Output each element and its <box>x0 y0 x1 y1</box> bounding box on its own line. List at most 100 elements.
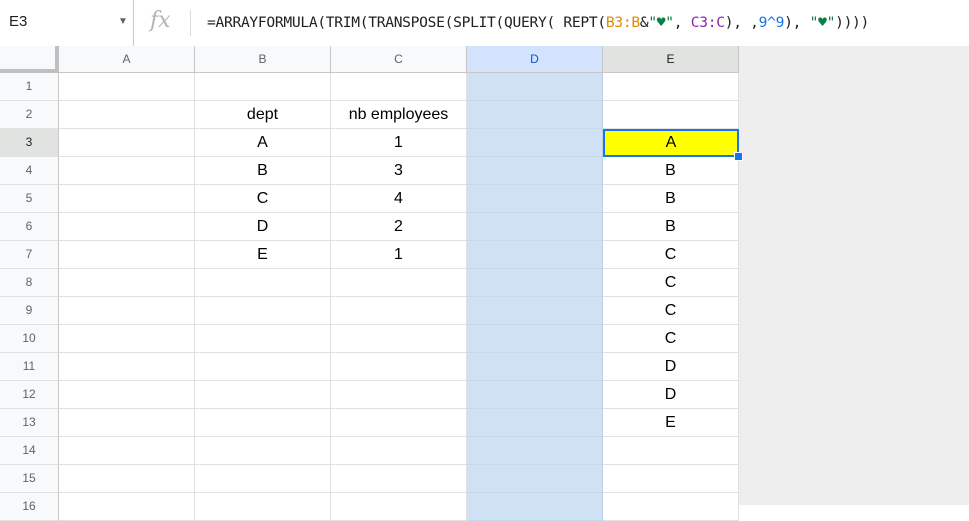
cell-d16[interactable] <box>467 493 603 521</box>
cell-c15[interactable] <box>331 465 467 493</box>
cell-d7[interactable] <box>467 241 603 269</box>
cell-d3[interactable] <box>467 129 603 157</box>
select-all-corner[interactable] <box>0 46 59 73</box>
cell-d11[interactable] <box>467 353 603 381</box>
cell-e12[interactable]: D <box>603 381 739 409</box>
cell-a9[interactable] <box>59 297 195 325</box>
cell-b13[interactable] <box>195 409 331 437</box>
formula-input[interactable]: =ARRAYFORMULA(TRIM(TRANSPOSE(SPLIT(QUERY… <box>207 14 869 31</box>
cell-c11[interactable] <box>331 353 467 381</box>
cell-b6[interactable]: D <box>195 213 331 241</box>
cell-e16[interactable] <box>603 493 739 521</box>
row-header-12[interactable]: 12 <box>0 381 59 409</box>
cell-c1[interactable] <box>331 73 467 101</box>
cell-a1[interactable] <box>59 73 195 101</box>
cell-c13[interactable] <box>331 409 467 437</box>
cell-b4[interactable]: B <box>195 157 331 185</box>
column-header-d[interactable]: D <box>467 46 603 73</box>
name-box[interactable]: E3 ▼ <box>0 0 134 46</box>
cell-a15[interactable] <box>59 465 195 493</box>
cell-d8[interactable] <box>467 269 603 297</box>
cell-a14[interactable] <box>59 437 195 465</box>
cell-d5[interactable] <box>467 185 603 213</box>
cell-b9[interactable] <box>195 297 331 325</box>
cell-e6[interactable]: B <box>603 213 739 241</box>
cell-b7[interactable]: E <box>195 241 331 269</box>
row-header-16[interactable]: 16 <box>0 493 59 521</box>
cell-b12[interactable] <box>195 381 331 409</box>
cell-a10[interactable] <box>59 325 195 353</box>
cell-a13[interactable] <box>59 409 195 437</box>
cell-c4[interactable]: 3 <box>331 157 467 185</box>
cell-e2[interactable] <box>603 101 739 129</box>
cell-b15[interactable] <box>195 465 331 493</box>
cell-a2[interactable] <box>59 101 195 129</box>
cell-d4[interactable] <box>467 157 603 185</box>
cell-a5[interactable] <box>59 185 195 213</box>
cell-d15[interactable] <box>467 465 603 493</box>
cell-d14[interactable] <box>467 437 603 465</box>
cell-a3[interactable] <box>59 129 195 157</box>
column-header-b[interactable]: B <box>195 46 331 73</box>
cell-b10[interactable] <box>195 325 331 353</box>
cell-b3[interactable]: A <box>195 129 331 157</box>
cell-b1[interactable] <box>195 73 331 101</box>
row-header-9[interactable]: 9 <box>0 297 59 325</box>
row-header-7[interactable]: 7 <box>0 241 59 269</box>
cell-e7[interactable]: C <box>603 241 739 269</box>
row-header-8[interactable]: 8 <box>0 269 59 297</box>
cell-e4[interactable]: B <box>603 157 739 185</box>
cell-d9[interactable] <box>467 297 603 325</box>
cell-b16[interactable] <box>195 493 331 521</box>
cell-c9[interactable] <box>331 297 467 325</box>
cell-c5[interactable]: 4 <box>331 185 467 213</box>
row-header-14[interactable]: 14 <box>0 437 59 465</box>
row-header-15[interactable]: 15 <box>0 465 59 493</box>
cell-c6[interactable]: 2 <box>331 213 467 241</box>
cell-c7[interactable]: 1 <box>331 241 467 269</box>
cell-e1[interactable] <box>603 73 739 101</box>
row-header-2[interactable]: 2 <box>0 101 59 129</box>
cell-e5[interactable]: B <box>603 185 739 213</box>
row-header-5[interactable]: 5 <box>0 185 59 213</box>
row-header-4[interactable]: 4 <box>0 157 59 185</box>
cell-a6[interactable] <box>59 213 195 241</box>
cell-b2[interactable]: dept <box>195 101 331 129</box>
cell-d12[interactable] <box>467 381 603 409</box>
cell-e9[interactable]: C <box>603 297 739 325</box>
cell-b5[interactable]: C <box>195 185 331 213</box>
chevron-down-icon[interactable]: ▼ <box>118 16 128 27</box>
cell-c16[interactable] <box>331 493 467 521</box>
fill-handle[interactable] <box>734 152 743 161</box>
cell-b14[interactable] <box>195 437 331 465</box>
cell-c3[interactable]: 1 <box>331 129 467 157</box>
row-header-11[interactable]: 11 <box>0 353 59 381</box>
cell-e15[interactable] <box>603 465 739 493</box>
cell-e10[interactable]: C <box>603 325 739 353</box>
cell-e13[interactable]: E <box>603 409 739 437</box>
cell-d10[interactable] <box>467 325 603 353</box>
cell-d6[interactable] <box>467 213 603 241</box>
cell-e11[interactable]: D <box>603 353 739 381</box>
column-header-a[interactable]: A <box>59 46 195 73</box>
cell-a16[interactable] <box>59 493 195 521</box>
cell-a12[interactable] <box>59 381 195 409</box>
row-header-13[interactable]: 13 <box>0 409 59 437</box>
cell-b8[interactable] <box>195 269 331 297</box>
cell-a7[interactable] <box>59 241 195 269</box>
column-header-c[interactable]: C <box>331 46 467 73</box>
cell-d1[interactable] <box>467 73 603 101</box>
column-header-e[interactable]: E <box>603 46 739 73</box>
cell-a8[interactable] <box>59 269 195 297</box>
cell-c12[interactable] <box>331 381 467 409</box>
cell-a11[interactable] <box>59 353 195 381</box>
cell-e8[interactable]: C <box>603 269 739 297</box>
cell-d2[interactable] <box>467 101 603 129</box>
cell-b11[interactable] <box>195 353 331 381</box>
cell-c14[interactable] <box>331 437 467 465</box>
cell-e14[interactable] <box>603 437 739 465</box>
row-header-1[interactable]: 1 <box>0 73 59 101</box>
row-header-10[interactable]: 10 <box>0 325 59 353</box>
cell-e3[interactable]: A <box>603 129 739 157</box>
cell-c8[interactable] <box>331 269 467 297</box>
